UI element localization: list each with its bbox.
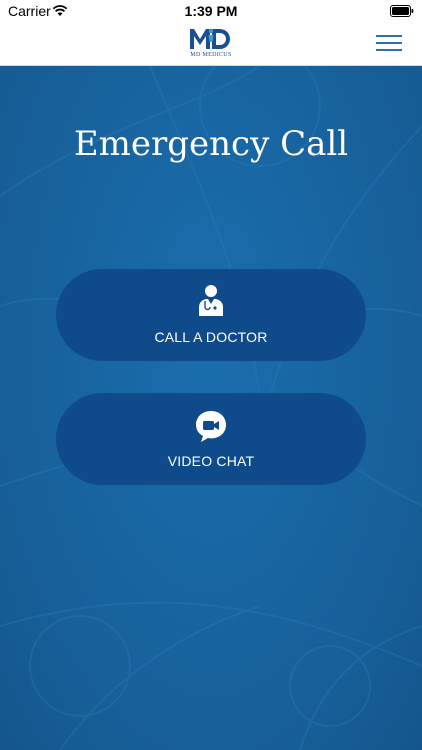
video-chat-icon [196,411,226,442]
hamburger-menu-icon[interactable] [376,32,402,54]
status-bar: Carrier 1:39 PM [0,0,422,22]
md-medicus-logo[interactable]: MD MEDICUS [186,25,236,61]
battery-icon [390,5,414,17]
logo-text: MD MEDICUS [190,52,232,58]
video-chat-label: VIDEO CHAT [167,453,255,469]
clock: 1:39 PM [184,3,238,19]
call-a-doctor-label: CALL A DOCTOR [154,329,268,345]
main-content: Emergency Call CALL A DOCTOR VIDEO CHAT [0,66,422,750]
page-title: Emergency Call [73,124,349,164]
video-chat-button[interactable]: VIDEO CHAT [56,393,366,485]
md-logo-icon [190,28,230,49]
call-a-doctor-button[interactable]: CALL A DOCTOR [56,269,366,361]
nav-header: MD MEDICUS [0,22,422,66]
doctor-icon [199,285,223,316]
